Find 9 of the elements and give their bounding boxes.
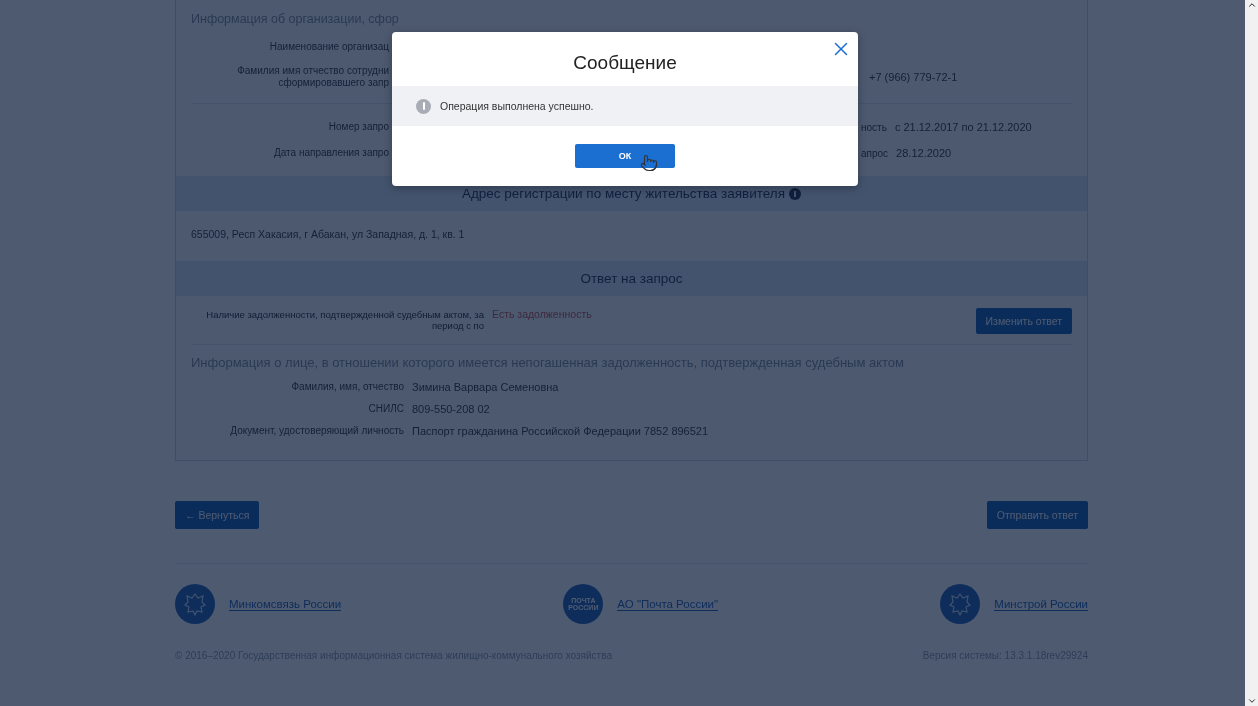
- field-label: СНИЛС: [367, 403, 404, 415]
- ok-button[interactable]: ОК: [575, 144, 675, 168]
- field-value: Зимина Варвара Семеновна: [411, 381, 560, 393]
- scroll-down-icon: [1246, 696, 1257, 706]
- hand-pointer-icon: [640, 154, 658, 172]
- dialog-title: Сообщение: [573, 52, 677, 74]
- exclamation-icon: [416, 98, 431, 114]
- dialog-message: Операция выполнена успешно.: [440, 100, 594, 112]
- scroll-up-icon: [1246, 0, 1257, 10]
